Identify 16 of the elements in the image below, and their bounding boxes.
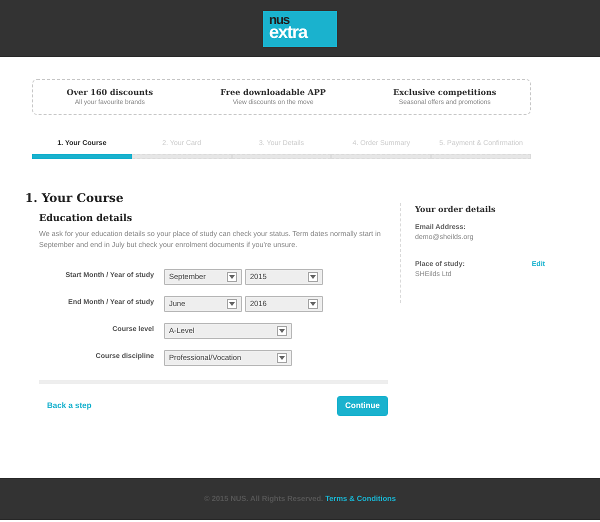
benefit-title: Free downloadable APP bbox=[220, 86, 326, 98]
back-link[interactable]: Back a step bbox=[47, 400, 92, 412]
caret-icon bbox=[308, 298, 318, 309]
benefit-title: Exclusive competitions bbox=[393, 86, 496, 98]
order-heading: Your order details bbox=[415, 202, 497, 214]
benefit-title: Over 160 discounts bbox=[66, 86, 154, 98]
caret-icon bbox=[227, 298, 237, 309]
continue-button[interactable]: Continue bbox=[337, 396, 388, 416]
section-heading: Education details bbox=[39, 212, 134, 224]
caret-icon bbox=[277, 352, 287, 363]
page-heading: 1. Your Course bbox=[25, 190, 124, 205]
logo-text: nus bbox=[269, 13, 290, 26]
caret-icon bbox=[308, 272, 318, 282]
caret-icon bbox=[277, 326, 287, 336]
caret-icon bbox=[227, 272, 237, 282]
logo-text: extra bbox=[269, 23, 309, 41]
